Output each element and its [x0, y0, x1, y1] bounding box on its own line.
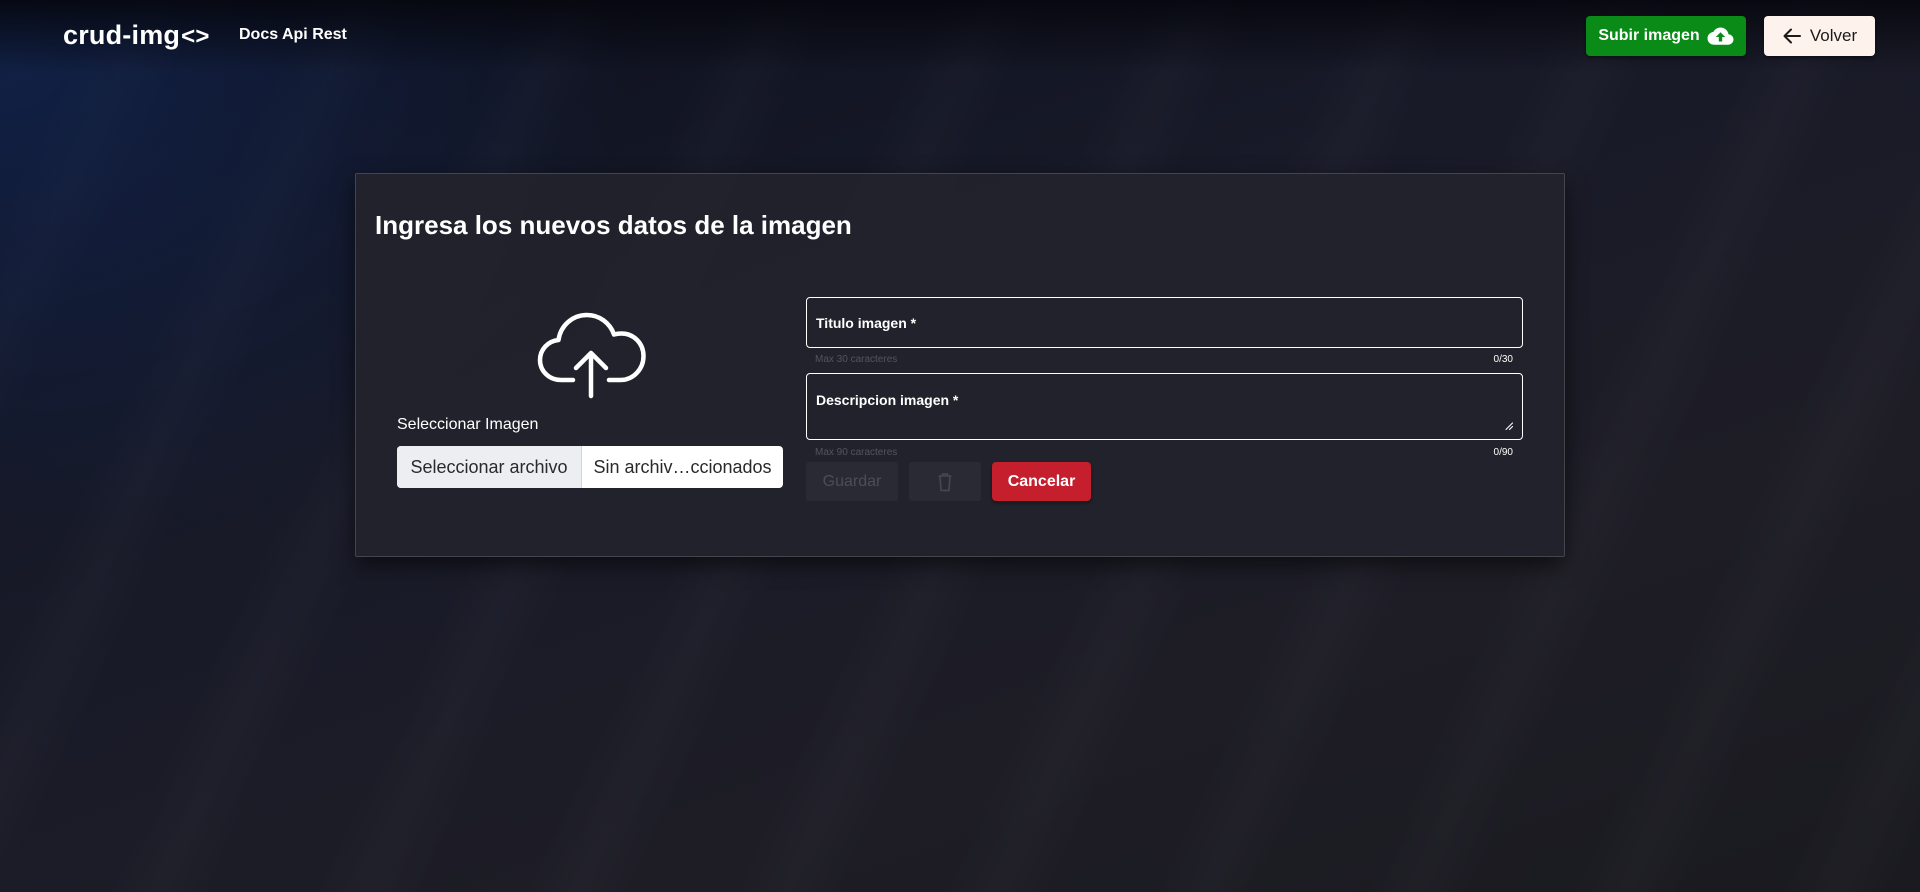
back-button[interactable]: Volver — [1764, 16, 1875, 56]
cloud-upload-icon — [1707, 27, 1734, 45]
form-title: Ingresa los nuevos datos de la imagen — [375, 210, 852, 240]
image-description-helper: Max 90 caracteres — [815, 447, 898, 458]
back-button-label: Volver — [1809, 26, 1858, 45]
image-title-counter: 0/30 — [1493, 354, 1513, 365]
trash-icon — [938, 472, 952, 491]
file-input[interactable]: Seleccionar archivo Sin archiv…ccionados — [397, 446, 783, 488]
save-button[interactable]: Guardar — [806, 462, 898, 501]
edit-image-card: Ingresa los nuevos datos de la imagen Se… — [355, 173, 1565, 557]
logo-text: crud-img — [63, 20, 181, 50]
choose-file-button[interactable]: Seleccionar archivo — [397, 446, 582, 488]
image-description-label: Descripcion imagen * — [816, 392, 959, 408]
image-title-field[interactable]: Titulo imagen * — [806, 297, 1523, 348]
image-title-helper: Max 30 caracteres — [815, 354, 898, 365]
nav-link-docs-api-rest[interactable]: Docs Api Rest — [239, 26, 347, 44]
cloud-upload-icon — [537, 312, 646, 399]
delete-button[interactable] — [909, 462, 981, 501]
code-brackets-icon: <> — [181, 23, 210, 50]
upload-button-label: Subir imagen — [1598, 27, 1700, 44]
file-status: Sin archiv…ccionados — [593, 456, 772, 477]
image-description-field[interactable]: Descripcion imagen * — [806, 373, 1523, 440]
image-title-label: Titulo imagen * — [816, 315, 917, 331]
image-description-counter: 0/90 — [1493, 447, 1513, 458]
resize-handle-icon[interactable] — [1504, 421, 1513, 430]
arrow-left-icon — [1783, 28, 1801, 44]
upload-image-button[interactable]: Subir imagen — [1586, 16, 1746, 56]
cancel-button[interactable]: Cancelar — [992, 462, 1091, 501]
app-logo[interactable]: crud-img<> — [63, 20, 210, 51]
select-image-label: Seleccionar Imagen — [397, 416, 539, 433]
